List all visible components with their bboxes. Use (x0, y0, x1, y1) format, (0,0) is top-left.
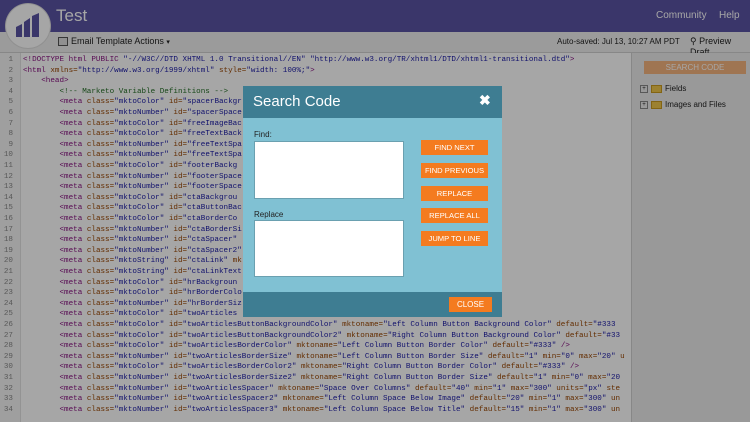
dialog-footer: CLOSE (243, 292, 502, 317)
replace-input[interactable] (254, 220, 404, 277)
replace-all-button[interactable]: REPLACE ALL (421, 208, 488, 223)
dialog-header: Search Code ✖ (243, 86, 502, 118)
find-input[interactable] (254, 141, 404, 199)
dialog-title: Search Code (253, 93, 341, 110)
replace-label: Replace (254, 210, 284, 219)
find-next-button[interactable]: FIND NEXT (421, 140, 488, 155)
find-label: Find: (254, 130, 272, 139)
close-icon[interactable]: ✖ (479, 92, 491, 109)
find-previous-button[interactable]: FIND PREVIOUS (421, 163, 488, 178)
search-code-dialog: Search Code ✖ Find: Replace FIND NEXT FI… (243, 86, 502, 317)
replace-button[interactable]: REPLACE (421, 186, 488, 201)
jump-to-line-button[interactable]: JUMP TO LINE (421, 231, 488, 246)
close-button[interactable]: CLOSE (449, 297, 492, 312)
